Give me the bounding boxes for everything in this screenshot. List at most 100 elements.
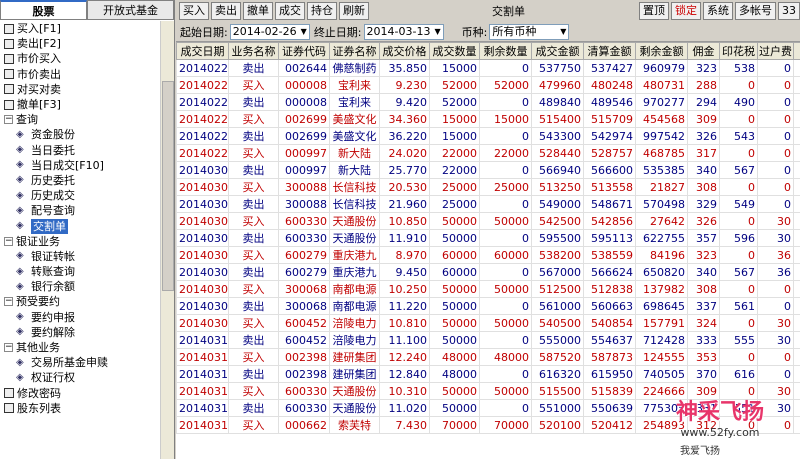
tree-item[interactable]: 市价买入 (0, 51, 160, 66)
column-header[interactable]: 证券代码 (278, 42, 330, 60)
table-cell: 美盛文化 (329, 110, 380, 128)
column-header[interactable]: 成交金额 (531, 42, 584, 60)
column-header[interactable]: 业务名称 (228, 42, 279, 60)
tree-item[interactable]: ◈ 当日委托 (0, 143, 160, 158)
table-cell: 50000 (429, 297, 480, 315)
tree-item[interactable]: 买入[F1] (0, 21, 160, 36)
tree-item[interactable]: − 查询 (0, 112, 160, 127)
deals-button[interactable]: 成交 (275, 2, 305, 20)
table-cell: 537750 (531, 59, 584, 77)
sell-button[interactable]: 卖出 (211, 2, 241, 20)
table-cell: 480248 (583, 76, 636, 94)
table-row[interactable]: 20140307卖出300068南都电源11.22050000056100056… (176, 297, 800, 315)
holdings-button[interactable]: 持仓 (307, 2, 337, 20)
table-cell: 买入 (228, 76, 279, 94)
table-row[interactable]: 20140228卖出002699美盛文化36.22015000054330054… (176, 127, 800, 145)
refresh-button[interactable]: 刷新 (339, 2, 369, 20)
system-button[interactable]: 系统 (703, 2, 733, 20)
tree-item-label: 银证转帐 (31, 249, 75, 263)
column-header[interactable]: 成交价格 (379, 42, 430, 60)
start-date-picker[interactable]: 2014-02-26 ▼ (229, 23, 310, 40)
tree-item[interactable]: 修改密码 (0, 386, 160, 401)
tree-item[interactable]: ◈ 资金股份 (0, 127, 160, 142)
table-cell: 21827 (635, 178, 688, 196)
table-row[interactable]: 20140307买入600452涪陵电力10.81050000500005405… (176, 314, 800, 332)
tree-item[interactable]: ◈ 交割单 (0, 218, 160, 234)
pin-top-button[interactable]: 置顶 (639, 2, 669, 20)
table-row[interactable]: 20140226卖出002644佛慈制药35.85015000053775053… (176, 59, 800, 77)
column-header[interactable]: 成交日期 (176, 42, 229, 60)
table-row[interactable]: 20140227卖出000008宝利来9.4205200004898404895… (176, 93, 800, 111)
column-header[interactable]: 证券名称 (329, 42, 380, 60)
tree-item[interactable]: ◈ 银证转帐 (0, 249, 160, 264)
tree-item[interactable]: ◈ 交易所基金申赎 (0, 355, 160, 370)
table-row[interactable]: 20140310买入002398建研集团12.24048000480005875… (176, 348, 800, 366)
tree-item[interactable]: 对买对卖 (0, 82, 160, 97)
tree-item[interactable]: ◈ 转账查询 (0, 264, 160, 279)
cancel-order-button[interactable]: 撤单 (243, 2, 273, 20)
table-cell: 515839 (583, 382, 636, 400)
table-row[interactable]: 20140304买入600330天通股份10.85050000500005425… (176, 212, 800, 230)
table-row[interactable]: 20140227买入002699美盛文化34.36015000150005154… (176, 110, 800, 128)
multi-account-button[interactable]: 多帐号 (735, 2, 776, 20)
tree-item[interactable]: 撤单[F3] (0, 97, 160, 112)
table-row[interactable]: 20140226买入000008宝利来9.2305200052000479960… (176, 76, 800, 94)
tree-item[interactable]: 市价卖出 (0, 67, 160, 82)
table-cell: 596 (719, 229, 758, 247)
table-cell: 567000 (531, 263, 584, 281)
settlement-table: 成交日期 业务名称 证券代码 证券名称 成交价格 成交数量 剩余数量 成交金额 清算金额 剩余金额… (176, 42, 800, 434)
column-header[interactable]: 剩余数量 (479, 42, 532, 60)
table-cell (793, 280, 800, 298)
tree-item[interactable]: ◈ 要约申报 (0, 310, 160, 325)
tree-item[interactable]: − 预受要约 (0, 294, 160, 309)
tree-item[interactable]: ◈ 银行余额 (0, 279, 160, 294)
table-row[interactable]: 20140311卖出002398建研集团12.84048000061632061… (176, 365, 800, 383)
column-header[interactable]: 印花税 (719, 42, 758, 60)
table-cell (793, 382, 800, 400)
table-row[interactable]: 20140228买入000997新大陆24.020220002200052844… (176, 144, 800, 162)
end-date-picker[interactable]: 2014-03-13 ▼ (363, 23, 444, 40)
column-header[interactable] (793, 42, 800, 60)
tree-item-label: 股东列表 (17, 401, 61, 415)
column-header[interactable]: 成交数量 (429, 42, 480, 60)
tree-item[interactable]: ◈ 历史委托 (0, 173, 160, 188)
tab-stock[interactable]: 股票 (0, 0, 87, 19)
table-cell: 22000 (429, 161, 480, 179)
table-row[interactable]: 20140310卖出600452涪陵电力11.10050000055500055… (176, 331, 800, 349)
table-cell: 11.220 (379, 297, 430, 315)
tab-open-fund[interactable]: 开放式基金 (87, 0, 174, 19)
overflow-field[interactable]: 33 (778, 2, 800, 20)
table-row[interactable]: 20140305卖出600330天通股份11.91050000059550059… (176, 229, 800, 247)
tree-item[interactable]: ◈ 配号查询 (0, 203, 160, 218)
table-cell: 索芙特 (329, 416, 380, 434)
tree-item[interactable]: ◈ 要约解除 (0, 325, 160, 340)
table-row[interactable]: 20140303买入300088长信科技20.53025000250005132… (176, 178, 800, 196)
tree-item[interactable]: 股东列表 (0, 401, 160, 416)
tree-item[interactable]: − 其他业务 (0, 340, 160, 355)
buy-button[interactable]: 买入 (179, 2, 209, 20)
tree-item[interactable]: ◈ 权证行权 (0, 370, 160, 385)
left-scrollbar[interactable] (160, 21, 174, 459)
tree-item[interactable]: ◈ 历史成交 (0, 188, 160, 203)
table-row[interactable]: 20140304卖出300088长信科技21.96025000054900054… (176, 195, 800, 213)
table-cell: 294 (687, 93, 720, 111)
column-header[interactable]: 清算金额 (583, 42, 636, 60)
lock-button[interactable]: 锁定 (671, 2, 701, 20)
table-row[interactable]: 20140306买入300068南都电源10.25050000500005125… (176, 280, 800, 298)
tree-item[interactable]: ◈ 当日成交[F10] (0, 158, 160, 173)
table-row[interactable]: 20140303卖出000997新大陆25.770220000566940566… (176, 161, 800, 179)
column-header[interactable]: 剩余金额 (635, 42, 688, 60)
currency-select[interactable]: 所有币种 ▼ (489, 23, 570, 40)
table-cell: 买入 (228, 212, 279, 230)
column-header[interactable]: 过户费 (757, 42, 794, 60)
table-cell: 535385 (635, 161, 688, 179)
scrollbar-thumb[interactable] (162, 81, 174, 291)
table-cell: 52000 (429, 76, 480, 94)
table-cell: 000997 (278, 144, 330, 162)
table-row[interactable]: 20140305买入600279重庆港九8.970600006000053820… (176, 246, 800, 264)
tree-item[interactable]: − 银证业务 (0, 234, 160, 249)
tree-item-label: 配号查询 (31, 204, 75, 218)
table-row[interactable]: 20140306卖出600279重庆港九9.450600000567000566… (176, 263, 800, 281)
tree-item[interactable]: 卖出[F2] (0, 36, 160, 51)
column-header[interactable]: 佣金 (687, 42, 720, 60)
